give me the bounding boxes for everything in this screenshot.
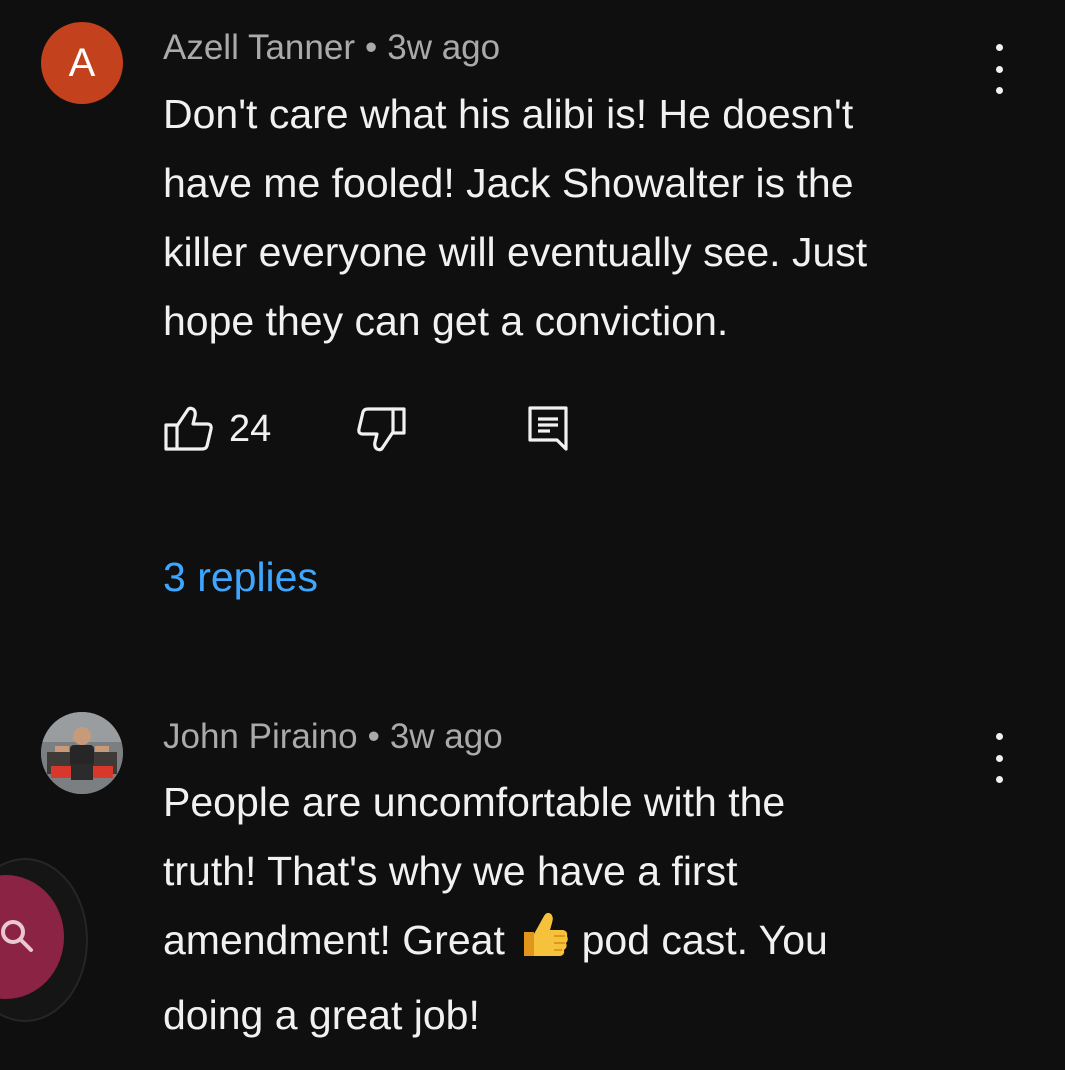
view-replies-link[interactable]: 3 replies xyxy=(163,554,318,600)
reply-button[interactable] xyxy=(527,405,569,453)
author-name[interactable]: Azell Tanner xyxy=(163,28,355,67)
avatar-letter: A xyxy=(68,40,96,85)
dislike-button[interactable] xyxy=(355,405,407,453)
comment-text: People are uncomfortable with the truth!… xyxy=(163,768,1003,1050)
like-count: 24 xyxy=(229,408,272,450)
thumbs-up-emoji xyxy=(516,910,570,981)
reply-comment-icon xyxy=(528,406,568,451)
avatar[interactable]: A xyxy=(41,22,123,104)
profile-photo xyxy=(41,712,123,794)
thumbs-up-icon xyxy=(164,406,213,451)
meta-separator: • xyxy=(367,717,380,756)
meta-separator: • xyxy=(364,28,378,67)
avatar[interactable] xyxy=(41,712,123,794)
author-name[interactable]: John Piraino xyxy=(163,717,358,756)
like-button[interactable]: 24 xyxy=(163,405,271,453)
comment-time[interactable]: 3w ago xyxy=(390,717,503,756)
comment-thread: John Piraino • 3w ago People are uncomfort… xyxy=(0,700,1065,1070)
comments-page: A Azell Tanner • 3w ago Don't care what hi… xyxy=(0,0,1065,1070)
search-icon xyxy=(1,920,33,952)
comment-time[interactable]: 3w ago xyxy=(387,28,500,67)
thumbs-down-icon xyxy=(357,407,406,452)
comment-thread: A Azell Tanner • 3w ago Don't care what hi… xyxy=(0,0,1065,620)
comment-meta: Azell Tanner • 3w ago xyxy=(163,28,500,68)
comment-meta: John Piraino • 3w ago xyxy=(163,717,503,757)
comment-text: Don't care what his alibi is! He doesn't… xyxy=(163,91,868,344)
